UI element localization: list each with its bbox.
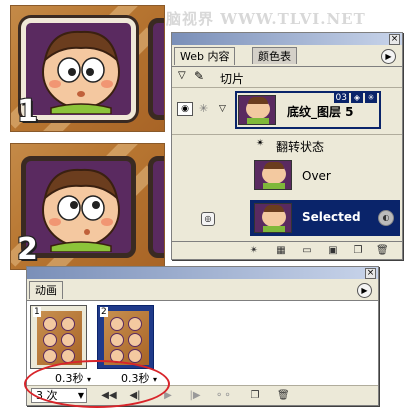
- rollover-state-row: ✴ 翻转状态: [172, 135, 402, 155]
- preview-tile-2: 2: [10, 143, 165, 270]
- state-row-selected[interactable]: ◎ Selected ◐: [172, 198, 402, 238]
- panel-menu-icon[interactable]: ▶: [381, 49, 396, 64]
- close-icon[interactable]: ×: [365, 268, 376, 279]
- disclosure-triangle-icon[interactable]: ▽: [178, 70, 186, 81]
- new-slice-icon[interactable]: ▣: [327, 245, 339, 256]
- duplicate-icon[interactable]: ❐: [352, 245, 364, 256]
- state-row-over[interactable]: Over: [172, 156, 402, 196]
- slice-header-row[interactable]: ▽ ✎ 切片: [172, 67, 402, 88]
- disclosure-triangle-icon[interactable]: ▽: [219, 104, 226, 114]
- panel-titlebar[interactable]: ×: [27, 267, 378, 279]
- star-badge-icon: ✳: [365, 93, 377, 103]
- state-thumbnail: [254, 203, 292, 233]
- state-label: Over: [302, 169, 331, 183]
- rollover-icon: ✴: [256, 138, 265, 149]
- state-thumbnail: [254, 160, 292, 190]
- tab-animation[interactable]: 动画: [29, 281, 63, 299]
- panel-menu-icon[interactable]: ▶: [357, 283, 372, 298]
- character-illustration: [42, 30, 120, 114]
- web-content-panel: × Web 内容 颜色表 ▶ ▽ ✎ 切片 ◉ ✳ ▽ 底纹_图层 5 03 ◈…: [171, 32, 403, 260]
- tile-number: 2: [17, 232, 38, 267]
- frame-index: 2: [100, 307, 108, 317]
- link-icon[interactable]: ✳: [199, 102, 208, 115]
- trash-icon[interactable]: 🗑: [277, 390, 290, 401]
- new-state-icon[interactable]: ▦: [275, 245, 287, 256]
- eye-icon[interactable]: ◉: [177, 102, 193, 116]
- eye-badge-icon: ◈: [351, 93, 363, 103]
- tile-number: 1: [17, 94, 38, 129]
- layer-row[interactable]: ◉ ✳ ▽ 底纹_图层 5 03 ◈ ✳: [172, 88, 402, 135]
- new-group-icon[interactable]: ▭: [301, 245, 313, 256]
- layer-thumbnail: [238, 95, 276, 125]
- character-illustration: [42, 168, 120, 252]
- state-label: Selected: [302, 210, 361, 224]
- close-icon[interactable]: ×: [389, 34, 400, 45]
- animation-frame-1[interactable]: 1: [30, 305, 87, 369]
- highlight-ellipse: [24, 360, 170, 408]
- panel-titlebar[interactable]: ×: [172, 33, 402, 45]
- preview-tile-1: 1: [10, 5, 165, 132]
- frame-index: 1: [33, 307, 41, 317]
- next-frame-icon[interactable]: |▶: [187, 390, 203, 401]
- watermark-text: 电脑视界 WWW.TLVI.NET: [150, 10, 366, 28]
- layer-name: 底纹_图层 5: [287, 105, 354, 119]
- target-icon[interactable]: ◎: [201, 212, 215, 226]
- tween-icon[interactable]: ⚬⚬: [215, 390, 232, 401]
- slice-header-label: 切片: [220, 72, 245, 86]
- tab-color-table[interactable]: 颜色表: [252, 47, 297, 64]
- trash-icon[interactable]: 🗑: [376, 245, 389, 256]
- state-options-icon[interactable]: ◐: [378, 210, 394, 226]
- slice-tool-icon: ✎: [194, 69, 205, 83]
- duplicate-frame-icon[interactable]: ❐: [249, 390, 261, 401]
- layer-badge: 03: [333, 93, 349, 103]
- create-slice-icon[interactable]: ✴: [248, 245, 260, 256]
- rollover-label: 翻转状态: [276, 140, 325, 154]
- tab-web-content[interactable]: Web 内容: [174, 47, 236, 65]
